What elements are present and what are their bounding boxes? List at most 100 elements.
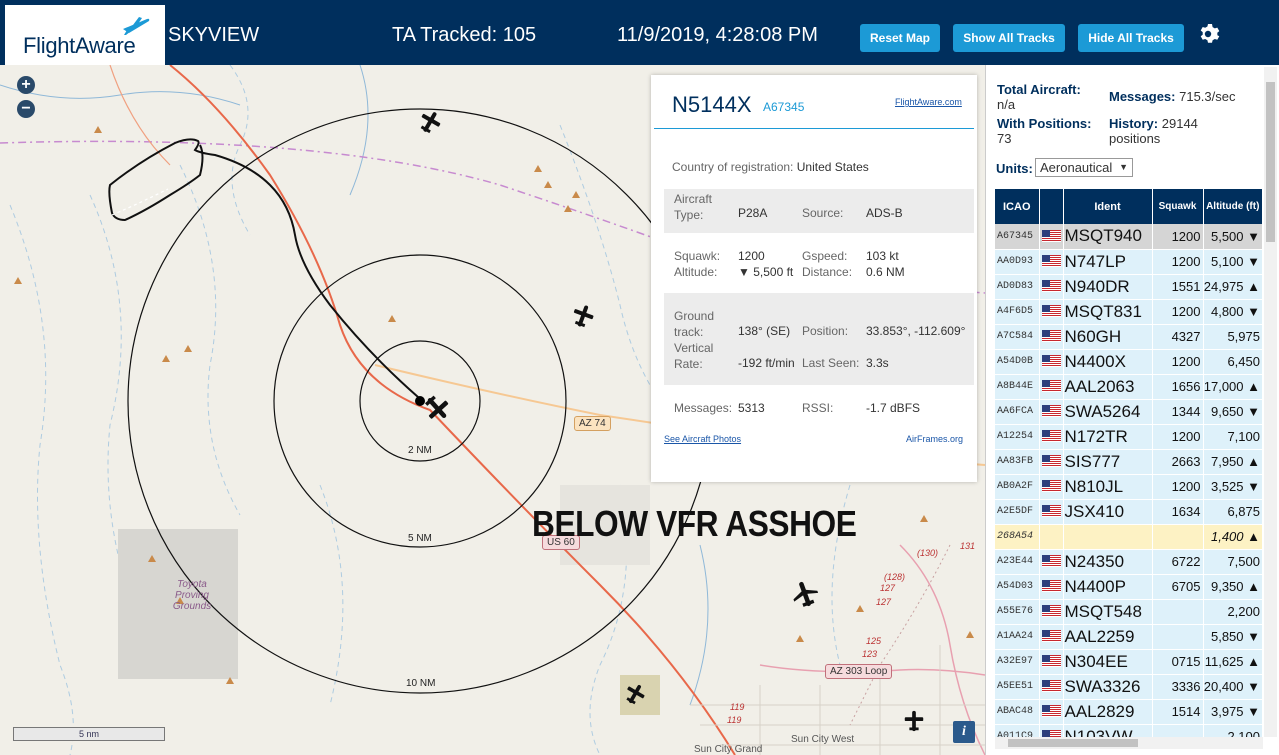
messages-stat-value: 715.3/sec xyxy=(1179,89,1236,104)
table-row[interactable]: A12254 N172TR 1200 7,100 xyxy=(995,424,1263,450)
column-header-icao[interactable]: ICAO xyxy=(995,189,1040,224)
row-ident: N24350 xyxy=(1063,549,1153,575)
table-row[interactable]: A67345 MSQT940 1200 5,500 ▼ xyxy=(995,224,1263,250)
table-row[interactable]: A8B44E AAL2063 1656 17,000 ▲ xyxy=(995,374,1263,400)
us-flag-icon xyxy=(1041,227,1061,244)
column-header-altitude[interactable]: Altitude (ft) xyxy=(1203,189,1263,224)
map-info-button[interactable]: i xyxy=(953,721,975,743)
row-ident: MSQT831 xyxy=(1063,299,1153,325)
top-header: FlightAware SKYVIEW TA Tracked: 105 11/9… xyxy=(0,0,1279,65)
row-icao: A23E44 xyxy=(995,549,1040,575)
row-icao: AD0D83 xyxy=(995,274,1040,300)
table-row[interactable]: 268A54 1,400 ▲ xyxy=(995,524,1263,550)
position-value: 33.853°, -112.609° xyxy=(866,324,966,338)
table-row[interactable]: A1AA24 AAL2259 5,850 ▼ xyxy=(995,624,1263,650)
zoom-out-button[interactable]: − xyxy=(17,100,35,118)
trail-number: 131 xyxy=(960,541,976,551)
units-select[interactable]: Aeronautical xyxy=(1035,158,1133,177)
table-row[interactable]: A55E76 MSQT548 2,200 xyxy=(995,599,1263,625)
detail-messages-block: Messages: 5313 RSSI: -1.7 dBFS xyxy=(664,393,974,423)
us-flag-icon xyxy=(1041,353,1061,370)
us-flag-icon xyxy=(1041,628,1061,645)
messages-label: Messages: xyxy=(674,401,733,415)
table-row[interactable]: ABAC48 AAL2829 1514 3,975 ▼ xyxy=(995,699,1263,725)
table-row[interactable]: A32E97 N304EE 0715 11,625 ▲ xyxy=(995,649,1263,675)
row-squawk: 4327 xyxy=(1152,324,1204,350)
table-row[interactable]: A54D03 N4400P 6705 9,350 ▲ xyxy=(995,574,1263,600)
hide-all-tracks-button[interactable]: Hide All Tracks xyxy=(1078,24,1184,52)
row-squawk xyxy=(1152,524,1204,550)
table-row[interactable]: A7C584 N60GH 4327 5,975 xyxy=(995,324,1263,350)
app-title: SKYVIEW xyxy=(168,24,260,46)
row-squawk: 2663 xyxy=(1152,449,1204,475)
row-altitude: 11,625 ▲ xyxy=(1203,649,1263,675)
trail-number: (130) xyxy=(917,548,939,558)
table-row[interactable]: A5EE51 SWA3326 3336 20,400 ▼ xyxy=(995,674,1263,700)
us-flag-icon xyxy=(1041,453,1061,470)
scale-bar: 5 nm xyxy=(13,727,165,741)
table-row[interactable]: A4F6D5 MSQT831 1200 4,800 ▼ xyxy=(995,299,1263,325)
squawk-value: 1200 xyxy=(738,249,765,263)
reset-map-button[interactable]: Reset Map xyxy=(860,24,940,52)
row-ident: AAL2829 xyxy=(1063,699,1153,725)
row-altitude: 2,200 xyxy=(1203,599,1263,625)
overlay-annotation: BELOW VFR ASSHOE xyxy=(532,503,857,544)
aircraft-detail-panel: N5144X A67345 FlightAware.com Country of… xyxy=(651,75,977,482)
us-flag-icon xyxy=(1041,253,1061,270)
table-row[interactable]: AD0D83 N940DR 1551 24,975 ▲ xyxy=(995,274,1263,300)
row-icao: A5EE51 xyxy=(995,674,1040,700)
trail-number: 127 xyxy=(876,597,892,607)
total-aircraft-stat: Total Aircraft: n/a xyxy=(997,82,1107,112)
table-row[interactable]: AA0D93 N747LP 1200 5,100 ▼ xyxy=(995,249,1263,275)
table-row[interactable]: A2E5DF JSX410 1634 6,875 xyxy=(995,499,1263,525)
row-squawk: 1200 xyxy=(1152,349,1204,375)
with-positions-label: With Positions: xyxy=(997,116,1092,131)
row-flag xyxy=(1039,424,1064,450)
row-squawk: 1200 xyxy=(1152,224,1204,250)
column-header-squawk[interactable]: Squawk xyxy=(1152,189,1204,224)
table-row[interactable]: AA83FB SIS777 2663 7,950 ▲ xyxy=(995,449,1263,475)
aircraft-photos-link[interactable]: See Aircraft Photos xyxy=(664,434,741,444)
vertical-scroll-thumb[interactable] xyxy=(1266,82,1275,242)
us-flag-icon xyxy=(1041,328,1061,345)
column-header-ident[interactable]: Ident xyxy=(1063,189,1153,224)
row-ident: SWA5264 xyxy=(1063,399,1153,425)
flightaware-link[interactable]: FlightAware.com xyxy=(895,97,962,107)
zoom-in-button[interactable]: + xyxy=(17,76,35,94)
row-ident: N60GH xyxy=(1063,324,1153,350)
horizontal-scroll-thumb[interactable] xyxy=(1008,739,1138,747)
aircraft-icon[interactable] xyxy=(623,682,647,706)
selected-aircraft-icon[interactable] xyxy=(422,393,452,423)
aircraft-icon[interactable] xyxy=(570,303,596,329)
row-squawk xyxy=(1152,624,1204,650)
table-row[interactable]: A23E44 N24350 6722 7,500 xyxy=(995,549,1263,575)
aircraft-icon[interactable] xyxy=(417,109,443,135)
row-altitude: 17,000 ▲ xyxy=(1203,374,1263,400)
row-squawk: 1551 xyxy=(1152,274,1204,300)
road-label-az74: AZ 74 xyxy=(574,416,611,431)
row-altitude: 7,500 xyxy=(1203,549,1263,575)
airframes-link[interactable]: AirFrames.org xyxy=(906,434,963,444)
gear-icon[interactable] xyxy=(1196,22,1220,46)
table-row[interactable]: AB0A2F N810JL 1200 3,525 ▼ xyxy=(995,474,1263,500)
us-flag-icon xyxy=(1041,553,1061,570)
trail-number: 127 xyxy=(880,583,896,593)
trail-number: 123 xyxy=(862,649,878,659)
row-icao: A67345 xyxy=(995,224,1040,250)
table-row[interactable]: AA6FCA SWA5264 1344 9,650 ▼ xyxy=(995,399,1263,425)
show-all-tracks-button[interactable]: Show All Tracks xyxy=(953,24,1065,52)
total-aircraft-label: Total Aircraft: xyxy=(997,82,1081,97)
column-header-flag[interactable] xyxy=(1039,189,1064,224)
table-row[interactable]: A54D0B N4400X 1200 6,450 xyxy=(995,349,1263,375)
row-icao: A4F6D5 xyxy=(995,299,1040,325)
vertical-rate-value: -192 ft/min xyxy=(738,356,795,370)
row-flag xyxy=(1039,574,1064,600)
ground-track-label: Ground track: xyxy=(674,309,715,339)
aircraft-icon[interactable] xyxy=(790,579,820,609)
flightaware-logo[interactable]: FlightAware xyxy=(5,5,165,65)
row-altitude: 3,525 ▼ xyxy=(1203,474,1263,500)
us-flag-icon xyxy=(1041,278,1061,295)
row-icao: 268A54 xyxy=(995,524,1040,550)
aircraft-icon[interactable] xyxy=(902,709,926,733)
us-flag-icon xyxy=(1041,603,1061,620)
